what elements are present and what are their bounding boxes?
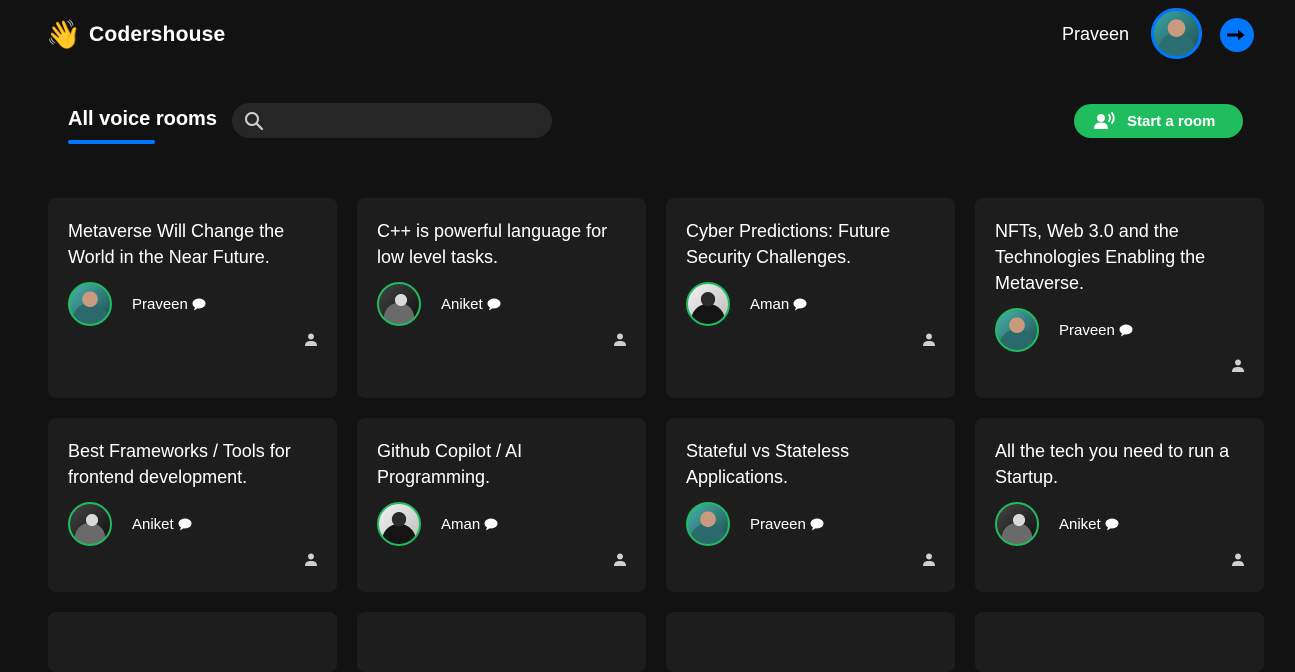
logout-button[interactable] [1220, 18, 1254, 52]
speaker-avatar [995, 308, 1039, 352]
room-card[interactable]: All the tech you need to run a Startup. … [975, 418, 1264, 592]
top-navigation: 👋 Codershouse Praveen [0, 0, 1295, 72]
room-speaker: Aniket [68, 502, 317, 546]
brand-logo[interactable]: 👋 Codershouse [46, 18, 225, 52]
brand-name: Codershouse [89, 23, 226, 46]
room-card[interactable]: C++ is powerful language for low level t… [357, 198, 646, 398]
chat-bubble-icon [178, 518, 192, 530]
room-title: Cyber Predictions: Future Security Chall… [686, 221, 891, 267]
speaker-name: Aman [441, 515, 481, 533]
start-room-label: Start a room [1127, 112, 1216, 130]
tab-all-voice-rooms[interactable]: All voice rooms [68, 108, 217, 131]
chat-bubble-icon [1119, 324, 1133, 336]
room-title: Best Frameworks / Tools for frontend dev… [68, 441, 291, 487]
speaker-avatar [995, 502, 1039, 546]
user-name: Praveen [1062, 24, 1130, 44]
person-icon [923, 553, 935, 566]
room-title: Github Copilot / AI Programming. [377, 441, 523, 487]
room-title: All the tech you need to run a Startup. [995, 441, 1230, 487]
person-icon [1232, 359, 1244, 372]
room-speaker: Praveen [995, 308, 1244, 352]
speaker-avatar [377, 502, 421, 546]
speaker-avatar [686, 282, 730, 326]
room-speaker: Aman [377, 502, 626, 546]
room-card[interactable] [48, 612, 337, 672]
speaker-name: Praveen [750, 515, 806, 533]
room-card[interactable]: Github Copilot / AI Programming. Aman [357, 418, 646, 592]
person-icon [614, 333, 626, 346]
room-speaker: Aman [686, 282, 935, 326]
speaker-avatar [377, 282, 421, 326]
room-title: NFTs, Web 3.0 and the Technologies Enabl… [995, 221, 1206, 293]
person-icon [305, 333, 317, 346]
chat-bubble-icon [793, 298, 807, 310]
logout-arrow-icon [1227, 29, 1245, 41]
chat-bubble-icon [487, 298, 501, 310]
search-icon [245, 111, 264, 130]
speaker-name: Praveen [1059, 321, 1115, 339]
room-card[interactable] [666, 612, 955, 672]
chat-bubble-icon [1105, 518, 1119, 530]
room-title: C++ is powerful language for low level t… [377, 221, 608, 267]
room-speaker: Praveen [68, 282, 317, 326]
room-card[interactable] [975, 612, 1264, 672]
room-speaker: Aniket [995, 502, 1244, 546]
waving-hand-icon: 👋 [46, 18, 81, 51]
chat-bubble-icon [192, 298, 206, 310]
room-title: Metaverse Will Change the World in the N… [68, 221, 285, 267]
room-speaker: Praveen [686, 502, 935, 546]
search-box[interactable] [232, 103, 552, 138]
room-card[interactable]: Stateful vs Stateless Applications. Prav… [666, 418, 955, 592]
speaker-avatar [686, 502, 730, 546]
tab-active-indicator [68, 140, 155, 144]
person-icon [1232, 553, 1244, 566]
start-room-button[interactable]: Start a room [1074, 104, 1243, 138]
search-input[interactable] [272, 112, 542, 129]
chat-bubble-icon [484, 518, 498, 530]
person-icon [614, 553, 626, 566]
room-title: Stateful vs Stateless Applications. [686, 441, 850, 487]
speaker-avatar [68, 502, 112, 546]
speaker-avatar [68, 282, 112, 326]
room-card[interactable]: Best Frameworks / Tools for frontend dev… [48, 418, 337, 592]
room-card[interactable]: Cyber Predictions: Future Security Chall… [666, 198, 955, 398]
mic-user-icon [1094, 112, 1115, 129]
room-speaker: Aniket [377, 282, 626, 326]
chat-bubble-icon [810, 518, 824, 530]
room-card[interactable]: Metaverse Will Change the World in the N… [48, 198, 337, 398]
room-card[interactable]: NFTs, Web 3.0 and the Technologies Enabl… [975, 198, 1264, 398]
speaker-name: Praveen [132, 295, 188, 313]
speaker-name: Aniket [1059, 515, 1101, 533]
person-icon [923, 333, 935, 346]
speaker-name: Aniket [132, 515, 174, 533]
person-icon [305, 553, 317, 566]
rooms-toolbar: All voice rooms Start a room [0, 96, 1295, 156]
rooms-grid: Metaverse Will Change the World in the N… [48, 198, 1264, 672]
speaker-name: Aman [750, 295, 790, 313]
speaker-name: Aniket [441, 295, 483, 313]
room-card[interactable] [357, 612, 646, 672]
user-avatar[interactable] [1151, 8, 1202, 59]
